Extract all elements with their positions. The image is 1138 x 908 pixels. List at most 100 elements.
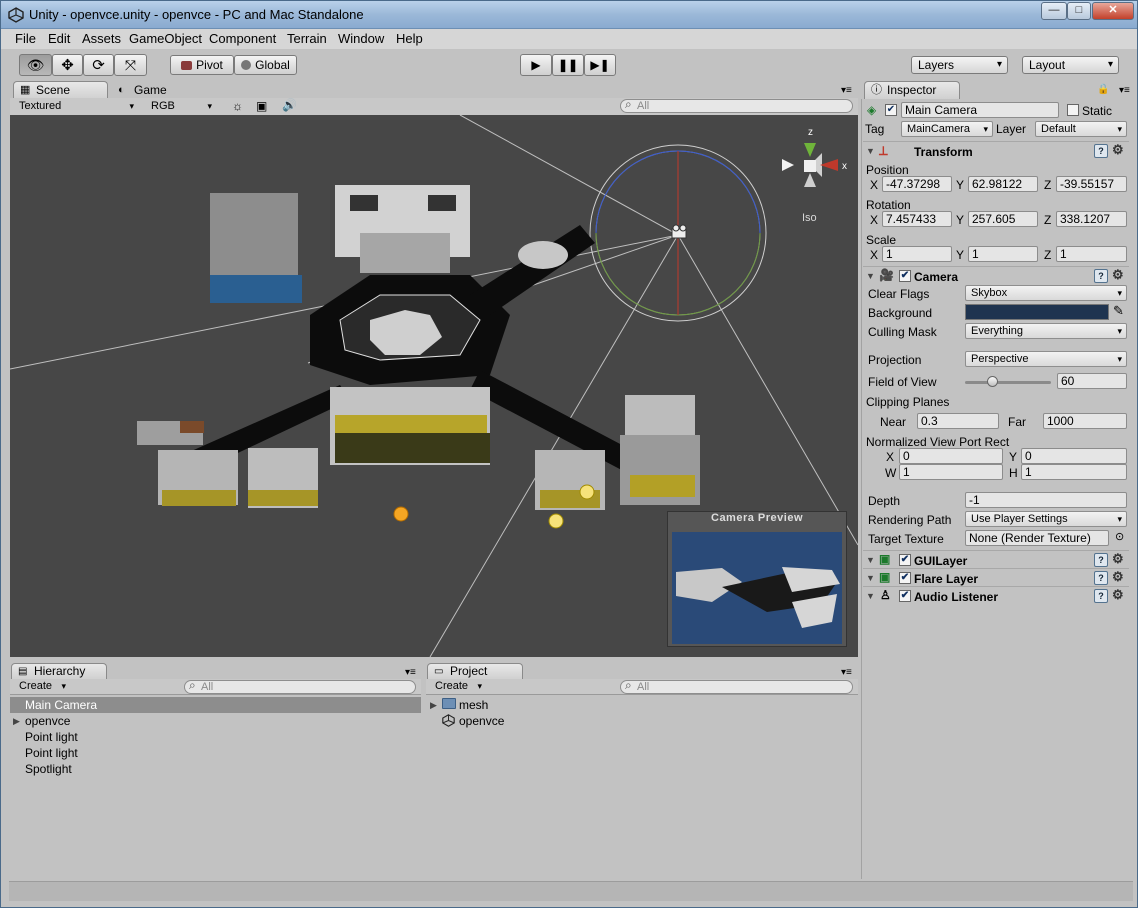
hierarchy-item-openvce[interactable]: openvce: [25, 713, 70, 729]
collapse-arrow-icon[interactable]: ▼: [866, 555, 875, 565]
play-button[interactable]: ▶: [520, 54, 552, 76]
menu-gameobject[interactable]: GameObject: [129, 31, 202, 46]
viewport-h-input[interactable]: 1: [1021, 464, 1127, 480]
target-texture-field[interactable]: None (Render Texture): [965, 530, 1109, 546]
scene-viewport[interactable]: z x Iso Camera Preview: [10, 115, 858, 657]
fov-slider-track[interactable]: [965, 381, 1051, 384]
move-tool-button[interactable]: ✥: [52, 54, 83, 76]
scene-audio-icon[interactable]: 🔊: [282, 98, 297, 112]
gear-icon[interactable]: ⚙: [1112, 587, 1124, 603]
hierarchy-item-spotlight[interactable]: Spotlight: [25, 761, 72, 777]
hierarchy-item-point-light-1[interactable]: Point light: [25, 729, 78, 745]
guilayer-enabled-checkbox[interactable]: ✔: [899, 554, 911, 566]
collapse-arrow-icon[interactable]: ▼: [866, 271, 875, 281]
scale-x-input[interactable]: 1: [882, 246, 952, 262]
lock-icon[interactable]: 🔒: [1097, 84, 1109, 95]
object-name-input[interactable]: Main Camera: [901, 102, 1059, 118]
scale-tool-button[interactable]: ⤧: [114, 54, 147, 76]
tab-scene[interactable]: ▦ Scene: [13, 81, 108, 99]
guilayer-component-header[interactable]: ▼ ▣ ✔ GUILayer ? ⚙: [863, 550, 1129, 568]
collapse-arrow-icon[interactable]: ▼: [866, 591, 875, 601]
tab-game[interactable]: ◐ Game: [111, 81, 181, 99]
audio-listener-component-header[interactable]: ▼ ♙ ✔ Audio Listener ? ⚙: [863, 586, 1129, 604]
maximize-button[interactable]: □: [1067, 2, 1091, 20]
gear-icon[interactable]: ⚙: [1112, 267, 1124, 283]
expand-arrow-icon[interactable]: ▶: [13, 716, 20, 727]
help-book-icon[interactable]: ?: [1094, 589, 1108, 603]
audio-listener-enabled-checkbox[interactable]: ✔: [899, 590, 911, 602]
collapse-arrow-icon[interactable]: ▼: [866, 573, 875, 583]
tab-hierarchy[interactable]: ▤ Hierarchy: [11, 663, 107, 679]
layers-dropdown[interactable]: Layers: [911, 56, 1008, 74]
culling-mask-dropdown[interactable]: Everything: [965, 323, 1127, 339]
hierarchy-search-input[interactable]: All: [184, 679, 416, 694]
render-mode-dropdown[interactable]: Textured: [14, 99, 138, 115]
help-book-icon[interactable]: ?: [1094, 269, 1108, 283]
position-y-input[interactable]: 62.98122: [968, 176, 1038, 192]
projection-dropdown[interactable]: Perspective: [965, 351, 1127, 367]
object-picker-icon[interactable]: ⊙: [1115, 530, 1124, 543]
eyedropper-icon[interactable]: ✎: [1113, 303, 1124, 319]
tag-dropdown[interactable]: MainCamera: [901, 121, 993, 137]
near-input[interactable]: 0.3: [917, 413, 999, 429]
menu-edit[interactable]: Edit: [48, 31, 70, 46]
gear-icon[interactable]: ⚙: [1112, 569, 1124, 585]
menu-assets[interactable]: Assets: [82, 31, 121, 46]
static-checkbox[interactable]: [1067, 104, 1079, 116]
camera-component-header[interactable]: ▼ 🎥 ✔ Camera ? ⚙: [863, 266, 1129, 284]
project-item-mesh[interactable]: mesh: [459, 697, 488, 713]
hierarchy-item-point-light-2[interactable]: Point light: [25, 745, 78, 761]
far-input[interactable]: 1000: [1043, 413, 1127, 429]
orientation-gizmo[interactable]: z x: [782, 127, 847, 187]
viewport-x-input[interactable]: 0: [899, 448, 1003, 464]
view-tool-button[interactable]: 👁: [19, 54, 52, 76]
project-search-input[interactable]: All: [620, 679, 853, 694]
pivot-toggle-button[interactable]: Pivot: [170, 55, 234, 75]
menu-component[interactable]: Component: [209, 31, 276, 46]
rotate-tool-button[interactable]: ⟳: [83, 54, 114, 76]
scale-y-input[interactable]: 1: [968, 246, 1038, 262]
hierarchy-create-dropdown[interactable]: Create: [14, 679, 70, 695]
color-mode-dropdown[interactable]: RGB: [146, 99, 216, 115]
help-book-icon[interactable]: ?: [1094, 144, 1108, 158]
layer-dropdown[interactable]: Default: [1035, 121, 1127, 137]
menu-file[interactable]: File: [15, 31, 36, 46]
flare-layer-component-header[interactable]: ▼ ▣ ✔ Flare Layer ? ⚙: [863, 568, 1129, 586]
pause-button[interactable]: ❚❚: [552, 54, 584, 76]
flare-layer-enabled-checkbox[interactable]: ✔: [899, 572, 911, 584]
scale-z-input[interactable]: 1: [1056, 246, 1127, 262]
close-window-button[interactable]: ✕: [1092, 2, 1134, 20]
scene-search-input[interactable]: All: [620, 98, 853, 113]
scene-panel-menu-icon[interactable]: ▾≡: [841, 85, 852, 96]
rotation-x-input[interactable]: 7.457433: [882, 211, 952, 227]
project-item-openvce[interactable]: openvce: [459, 713, 504, 729]
camera-enabled-checkbox[interactable]: ✔: [899, 270, 911, 282]
collapse-arrow-icon[interactable]: ▼: [866, 146, 875, 156]
hierarchy-panel-menu-icon[interactable]: ▾≡: [405, 667, 416, 678]
project-create-dropdown[interactable]: Create: [430, 679, 486, 695]
position-z-input[interactable]: -39.55157: [1056, 176, 1127, 192]
inspector-menu-icon[interactable]: ▾≡: [1119, 85, 1130, 96]
project-panel-menu-icon[interactable]: ▾≡: [841, 667, 852, 678]
tab-project[interactable]: ▭ Project: [427, 663, 523, 679]
minimize-button[interactable]: —: [1041, 2, 1067, 20]
step-button[interactable]: ▶❚: [584, 54, 616, 76]
background-color-swatch[interactable]: [965, 304, 1109, 320]
fov-input[interactable]: 60: [1057, 373, 1127, 389]
help-book-icon[interactable]: ?: [1094, 571, 1108, 585]
global-toggle-button[interactable]: Global: [234, 55, 297, 75]
active-checkbox[interactable]: ✔: [885, 104, 897, 116]
scene-lighting-icon[interactable]: ☼: [232, 99, 243, 113]
hierarchy-item-main-camera[interactable]: Main Camera: [10, 697, 421, 713]
menu-terrain[interactable]: Terrain: [287, 31, 327, 46]
menu-help[interactable]: Help: [396, 31, 423, 46]
clear-flags-dropdown[interactable]: Skybox: [965, 285, 1127, 301]
viewport-y-input[interactable]: 0: [1021, 448, 1127, 464]
expand-arrow-icon[interactable]: ▶: [430, 700, 437, 711]
gear-icon[interactable]: ⚙: [1112, 551, 1124, 567]
gear-icon[interactable]: ⚙: [1112, 142, 1124, 158]
menu-window[interactable]: Window: [338, 31, 384, 46]
depth-input[interactable]: -1: [965, 492, 1127, 508]
rendering-path-dropdown[interactable]: Use Player Settings: [965, 511, 1127, 527]
viewport-w-input[interactable]: 1: [899, 464, 1003, 480]
